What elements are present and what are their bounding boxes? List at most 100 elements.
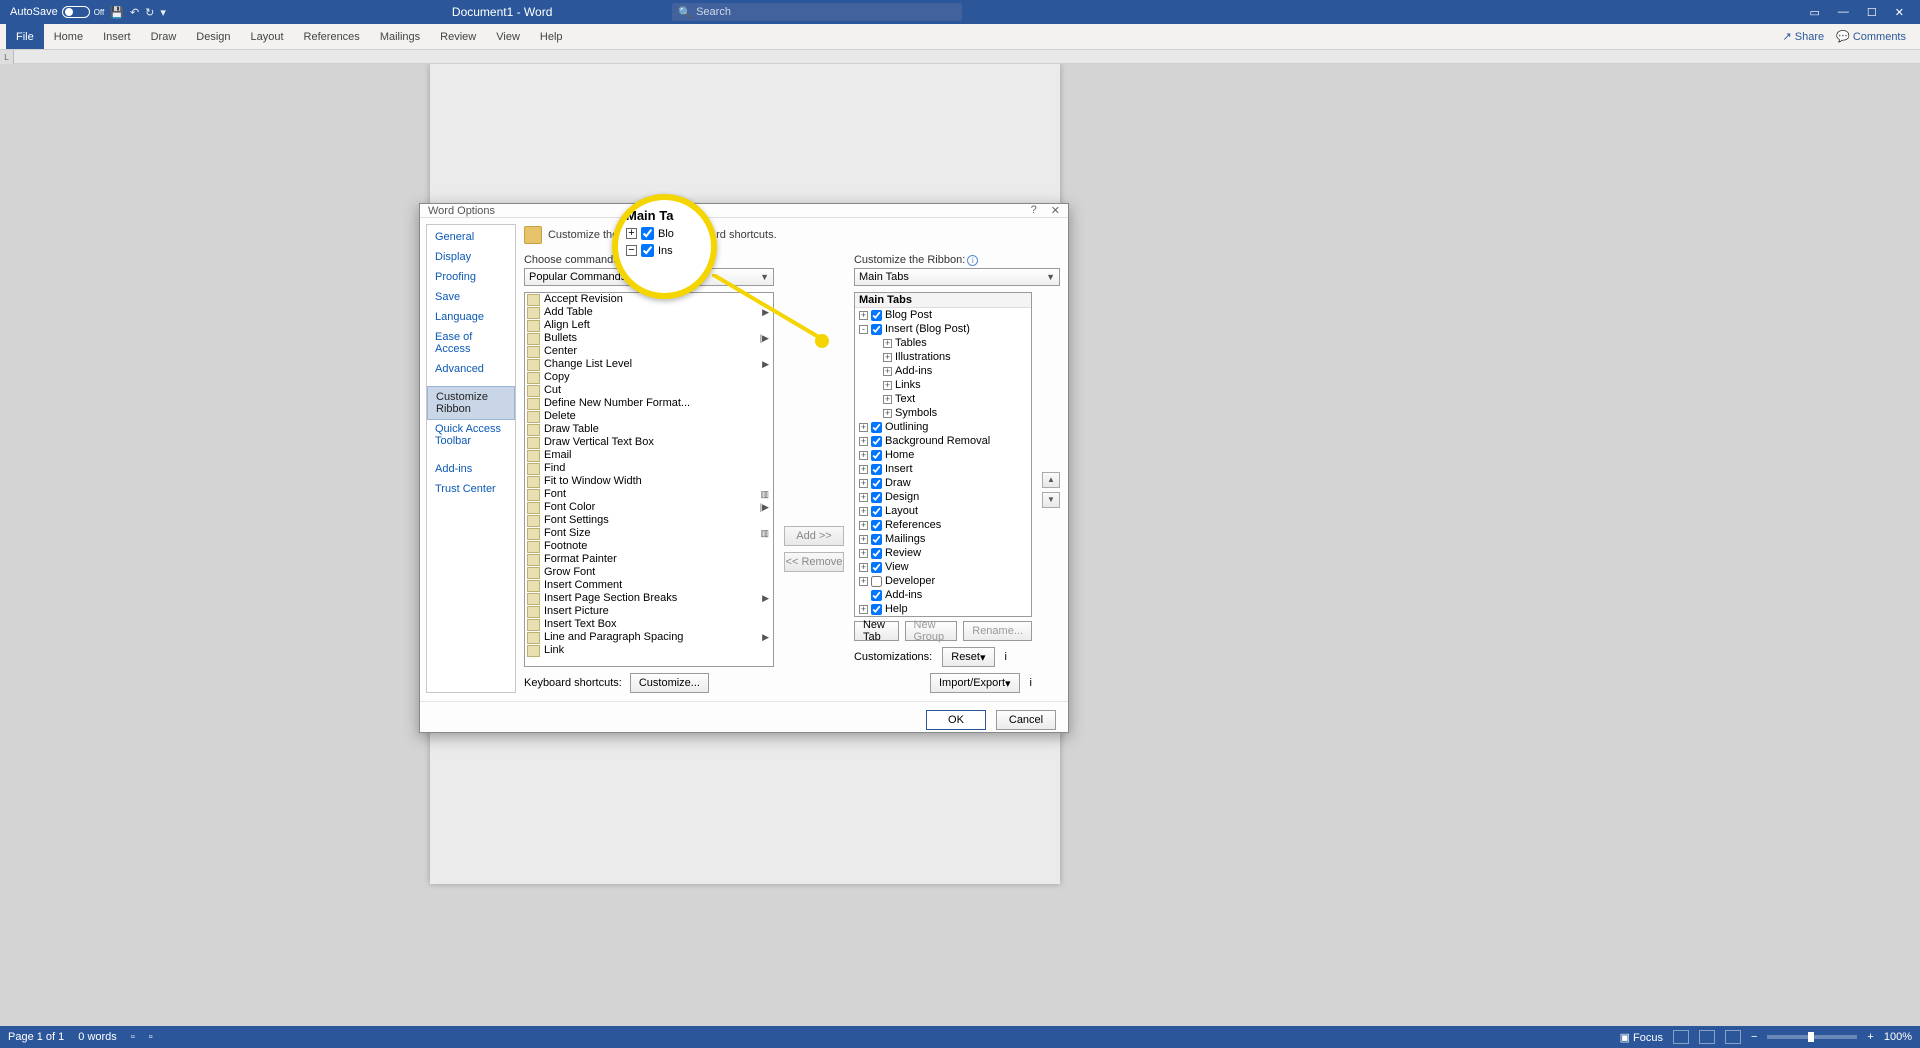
tree-checkbox[interactable] xyxy=(871,604,882,615)
tree-item[interactable]: +Symbols xyxy=(855,406,1031,420)
tree-item[interactable]: +Layout xyxy=(855,504,1031,518)
tree-item[interactable]: +References xyxy=(855,518,1031,532)
tree-item[interactable]: +Insert xyxy=(855,462,1031,476)
qat-customize-icon[interactable]: ▾ xyxy=(160,6,166,19)
expand-icon[interactable]: + xyxy=(859,451,868,460)
command-item[interactable]: Grow Font xyxy=(525,566,773,579)
nav-item-advanced[interactable]: Advanced xyxy=(427,359,515,379)
help-icon[interactable]: ? xyxy=(1031,204,1037,217)
tree-checkbox[interactable] xyxy=(871,450,882,461)
tree-item[interactable]: +Home xyxy=(855,448,1031,462)
tree-item[interactable]: +Outlining xyxy=(855,420,1031,434)
print-layout-icon[interactable] xyxy=(1699,1030,1715,1044)
command-item[interactable]: Email xyxy=(525,449,773,462)
rename-button[interactable]: Rename... xyxy=(963,621,1032,641)
command-item[interactable]: Cut xyxy=(525,384,773,397)
command-item[interactable]: Center xyxy=(525,345,773,358)
tree-item[interactable]: +Mailings xyxy=(855,532,1031,546)
command-item[interactable]: Align Left xyxy=(525,319,773,332)
tree-item[interactable]: +Help xyxy=(855,602,1031,616)
ribbon-display-icon[interactable]: ▭ xyxy=(1810,6,1820,19)
add-button[interactable]: Add >> xyxy=(784,526,844,546)
expand-icon[interactable]: + xyxy=(859,311,868,320)
tab-review[interactable]: Review xyxy=(430,24,486,49)
nav-item-save[interactable]: Save xyxy=(427,287,515,307)
command-item[interactable]: Insert Text Box xyxy=(525,618,773,631)
expand-icon[interactable]: + xyxy=(883,409,892,418)
command-item[interactable]: Delete xyxy=(525,410,773,423)
expand-icon[interactable]: + xyxy=(859,437,868,446)
dialog-close-icon[interactable]: ✕ xyxy=(1051,204,1060,217)
tree-checkbox[interactable] xyxy=(871,520,882,531)
nav-item-proofing[interactable]: Proofing xyxy=(427,267,515,287)
tree-checkbox[interactable] xyxy=(871,562,882,573)
customize-ribbon-combo[interactable]: Main Tabs▼ xyxy=(854,268,1060,286)
command-item[interactable]: Font Color|▶ xyxy=(525,501,773,514)
toggle-switch[interactable] xyxy=(62,6,90,18)
close-icon[interactable]: ✕ xyxy=(1895,6,1904,19)
collapse-icon[interactable]: - xyxy=(859,325,868,334)
nav-item-trust-center[interactable]: Trust Center xyxy=(427,479,515,499)
command-item[interactable]: Footnote xyxy=(525,540,773,553)
tree-item[interactable]: +Review xyxy=(855,546,1031,560)
tab-layout[interactable]: Layout xyxy=(241,24,294,49)
focus-mode-button[interactable]: ▣ Focus xyxy=(1620,1031,1663,1044)
tree-checkbox[interactable] xyxy=(871,534,882,545)
move-down-button[interactable]: ▼ xyxy=(1042,492,1060,508)
command-item[interactable]: Line and Paragraph Spacing▶ xyxy=(525,631,773,644)
redo-icon[interactable]: ↻ xyxy=(145,6,154,19)
zoom-slider[interactable] xyxy=(1767,1035,1857,1039)
nav-item-display[interactable]: Display xyxy=(427,247,515,267)
tree-item[interactable]: +Blog Post xyxy=(855,308,1031,322)
tree-item[interactable]: -Insert (Blog Post) xyxy=(855,322,1031,336)
command-item[interactable]: Find xyxy=(525,462,773,475)
expand-icon[interactable]: + xyxy=(859,465,868,474)
web-layout-icon[interactable] xyxy=(1725,1030,1741,1044)
maximize-icon[interactable]: ☐ xyxy=(1867,6,1877,19)
read-mode-icon[interactable] xyxy=(1673,1030,1689,1044)
ok-button[interactable]: OK xyxy=(926,710,986,730)
tree-checkbox[interactable] xyxy=(871,590,882,601)
tree-item[interactable]: +Links xyxy=(855,378,1031,392)
autosave-toggle[interactable]: AutoSave Off xyxy=(10,6,104,18)
comments-button[interactable]: 💬 Comments xyxy=(1836,30,1906,43)
tree-checkbox[interactable] xyxy=(871,506,882,517)
nav-item-add-ins[interactable]: Add-ins xyxy=(427,459,515,479)
command-item[interactable]: Draw Vertical Text Box xyxy=(525,436,773,449)
tab-draw[interactable]: Draw xyxy=(141,24,187,49)
expand-icon[interactable]: + xyxy=(859,563,868,572)
tree-item[interactable]: +Draw xyxy=(855,476,1031,490)
command-item[interactable]: Link xyxy=(525,644,773,657)
search-box[interactable]: 🔍 Search xyxy=(672,3,962,21)
tab-mailings[interactable]: Mailings xyxy=(370,24,430,49)
import-export-button[interactable]: Import/Export ▾ xyxy=(930,673,1020,693)
reset-button[interactable]: Reset ▾ xyxy=(942,647,994,667)
tree-checkbox[interactable] xyxy=(871,548,882,559)
command-item[interactable]: Define New Number Format... xyxy=(525,397,773,410)
expand-icon[interactable]: + xyxy=(859,479,868,488)
customize-keyboard-button[interactable]: Customize... xyxy=(630,673,709,693)
minimize-icon[interactable]: — xyxy=(1838,6,1849,19)
command-item[interactable]: Draw Table xyxy=(525,423,773,436)
command-item[interactable]: Font Settings xyxy=(525,514,773,527)
expand-icon[interactable]: + xyxy=(859,549,868,558)
tree-checkbox[interactable] xyxy=(871,478,882,489)
expand-icon[interactable]: + xyxy=(859,535,868,544)
move-up-button[interactable]: ▲ xyxy=(1042,472,1060,488)
command-item[interactable]: Font▥ xyxy=(525,488,773,501)
expand-icon[interactable]: + xyxy=(883,381,892,390)
tree-item[interactable]: +Text xyxy=(855,392,1031,406)
tree-checkbox[interactable] xyxy=(871,436,882,447)
tab-help[interactable]: Help xyxy=(530,24,573,49)
ribbon-tabs-tree[interactable]: Main Tabs +Blog Post-Insert (Blog Post)+… xyxy=(854,292,1032,617)
expand-icon[interactable]: + xyxy=(883,395,892,404)
info-icon[interactable]: i xyxy=(1005,651,1007,663)
remove-button[interactable]: << Remove xyxy=(784,552,844,572)
command-item[interactable]: Insert Page Section Breaks▶ xyxy=(525,592,773,605)
command-item[interactable]: Copy xyxy=(525,371,773,384)
command-item[interactable]: Change List Level▶ xyxy=(525,358,773,371)
expand-icon[interactable]: + xyxy=(859,493,868,502)
command-item[interactable]: Insert Comment xyxy=(525,579,773,592)
tree-checkbox[interactable] xyxy=(871,576,882,587)
expand-icon[interactable]: + xyxy=(859,577,868,586)
